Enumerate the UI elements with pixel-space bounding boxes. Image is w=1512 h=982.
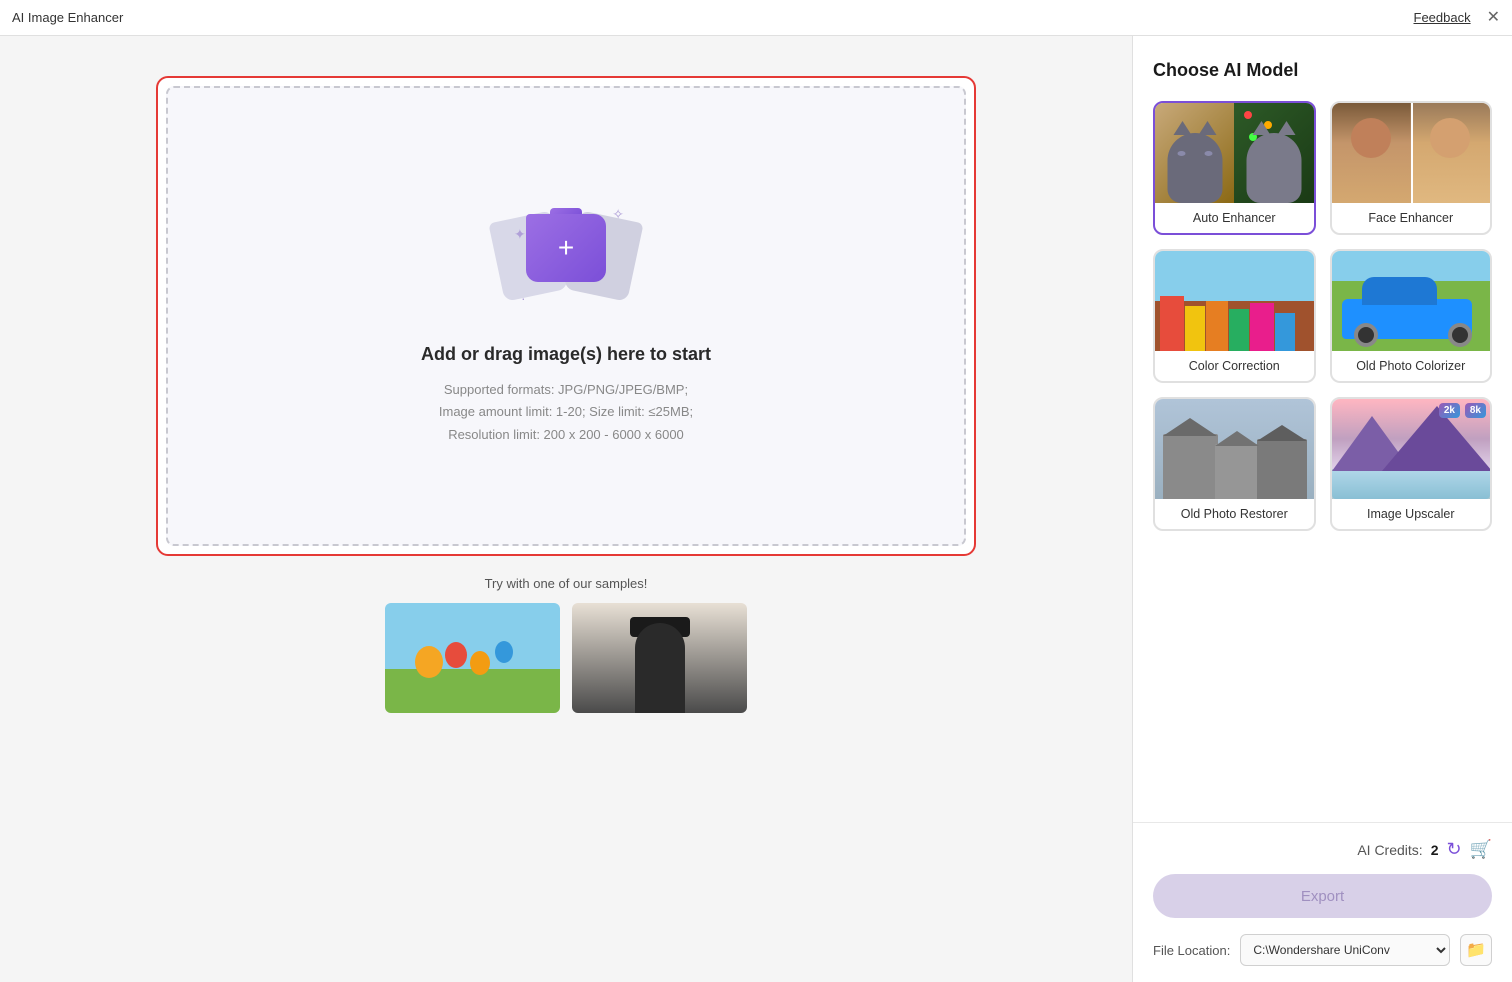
refresh-credits-button[interactable]: ↻ (1446, 839, 1461, 860)
model-card-image-upscaler[interactable]: 2k 8k Image Upscaler (1330, 397, 1493, 531)
file-location-select[interactable]: C:\Wondershare UniConv (1240, 934, 1450, 966)
samples-section: Try with one of our samples! (156, 576, 976, 713)
balloon-3 (470, 651, 490, 675)
balloon-4 (495, 641, 513, 663)
building-pink (1250, 303, 1274, 351)
cat-ear-left-2 (1252, 121, 1270, 135)
drop-zone-subtitle: Supported formats: JPG/PNG/JPEG/BMP; Ima… (439, 379, 693, 445)
credits-row: AI Credits: 2 ↻ 🛒 (1153, 839, 1492, 860)
drop-zone-wrapper[interactable]: + ✦ ✧ · Add or drag image(s) here to sta… (156, 76, 976, 556)
old-house-roof-2 (1215, 431, 1259, 446)
face-circle-right (1430, 118, 1470, 158)
cat-ear-right (1198, 121, 1216, 135)
xmas-light-1 (1244, 111, 1252, 119)
model-thumb-auto-enhancer (1155, 103, 1314, 203)
drop-zone[interactable]: + ✦ ✧ · Add or drag image(s) here to sta… (166, 86, 966, 546)
model-thumb-old-photo-restorer (1155, 399, 1314, 499)
folder-plus-icon: + (558, 234, 574, 262)
cat-body (1167, 133, 1222, 203)
sample-person[interactable] (572, 603, 747, 713)
model-thumb-image-upscaler: 2k 8k (1332, 399, 1491, 499)
titlebar-actions: Feedback ✕ (1414, 10, 1501, 26)
upload-folder-icon: + ✦ ✧ · (496, 196, 636, 316)
cart-button[interactable]: 🛒 (1470, 839, 1492, 860)
upscaler-8k-badge: 8k (1465, 403, 1486, 418)
car-roof (1362, 277, 1437, 305)
sparkle-icon-3: · (521, 290, 526, 306)
export-button[interactable]: Export (1153, 874, 1492, 918)
model-label-old-photo-restorer: Old Photo Restorer (1155, 499, 1314, 529)
model-label-old-photo-colorizer: Old Photo Colorizer (1332, 351, 1491, 381)
model-card-old-photo-colorizer[interactable]: Old Photo Colorizer (1330, 249, 1493, 383)
sparkle-icon-2: ✧ (612, 206, 624, 223)
main-layout: + ✦ ✧ · Add or drag image(s) here to sta… (0, 36, 1512, 982)
sidebar-bottom: AI Credits: 2 ↻ 🛒 Export File Location: … (1133, 822, 1512, 982)
thumb-auto-right (1234, 103, 1313, 203)
sidebar-title: Choose AI Model (1153, 60, 1492, 81)
thumb-auto-left (1155, 103, 1234, 203)
model-thumb-face-enhancer (1332, 103, 1491, 203)
building-green (1229, 309, 1249, 351)
file-location-row: File Location: C:\Wondershare UniConv 📁 (1153, 934, 1492, 966)
face-photo-left (1332, 103, 1411, 203)
old-house-roof-1 (1163, 418, 1217, 436)
sidebar-models: Choose AI Model (1133, 36, 1512, 822)
upscaler-2k-badge: 2k (1439, 403, 1460, 418)
sample-balloons[interactable] (385, 603, 560, 713)
model-card-color-correction[interactable]: Color Correction (1153, 249, 1316, 383)
face-circle-left (1351, 118, 1391, 158)
model-label-face-enhancer: Face Enhancer (1332, 203, 1491, 233)
models-grid: Auto Enhancer Face Enhancer (1153, 101, 1492, 531)
file-location-label: File Location: (1153, 943, 1230, 958)
balloon-1 (415, 646, 443, 678)
credits-label: AI Credits: (1357, 842, 1422, 858)
cat-ear-left (1173, 121, 1191, 135)
cat-eye-left (1177, 151, 1185, 156)
balloon-2 (445, 642, 467, 668)
building-orange (1206, 301, 1228, 351)
sparkle-icon-1: ✦ (514, 226, 526, 243)
building-red (1160, 296, 1184, 351)
sidebar: Choose AI Model (1132, 36, 1512, 982)
face-photo-right (1411, 103, 1490, 203)
model-card-old-photo-restorer[interactable]: Old Photo Restorer (1153, 397, 1316, 531)
feedback-link[interactable]: Feedback (1414, 10, 1471, 25)
credits-value: 2 (1431, 842, 1439, 858)
car-wheel-right (1448, 323, 1472, 347)
model-label-image-upscaler: Image Upscaler (1332, 499, 1491, 529)
cat-eye-right (1204, 151, 1212, 156)
samples-label: Try with one of our samples! (156, 576, 976, 591)
model-card-auto-enhancer[interactable]: Auto Enhancer (1153, 101, 1316, 235)
cat-ear-right-2 (1277, 121, 1295, 135)
model-label-auto-enhancer: Auto Enhancer (1155, 203, 1314, 233)
close-button[interactable]: ✕ (1487, 10, 1500, 26)
old-house-1 (1163, 434, 1218, 499)
building-yellow (1185, 306, 1205, 351)
old-house-2 (1215, 444, 1260, 499)
car-wheel-left (1354, 323, 1378, 347)
content-area: + ✦ ✧ · Add or drag image(s) here to sta… (0, 36, 1132, 982)
face-divider (1411, 103, 1413, 203)
folder-main: + (526, 214, 606, 282)
model-thumb-old-photo-colorizer (1332, 251, 1491, 351)
old-house-roof-3 (1257, 425, 1307, 441)
lake (1332, 471, 1491, 499)
cat-body-2 (1246, 133, 1301, 203)
person-silhouette (635, 623, 685, 713)
building-blue (1275, 313, 1295, 351)
file-location-browse-button[interactable]: 📁 (1460, 934, 1492, 966)
drop-zone-title: Add or drag image(s) here to start (421, 344, 711, 365)
model-thumb-color-correction (1155, 251, 1314, 351)
model-label-color-correction: Color Correction (1155, 351, 1314, 381)
app-title: AI Image Enhancer (12, 10, 123, 25)
samples-row (156, 603, 976, 713)
model-card-face-enhancer[interactable]: Face Enhancer (1330, 101, 1493, 235)
titlebar: AI Image Enhancer Feedback ✕ (0, 0, 1512, 36)
old-house-3 (1257, 439, 1307, 499)
